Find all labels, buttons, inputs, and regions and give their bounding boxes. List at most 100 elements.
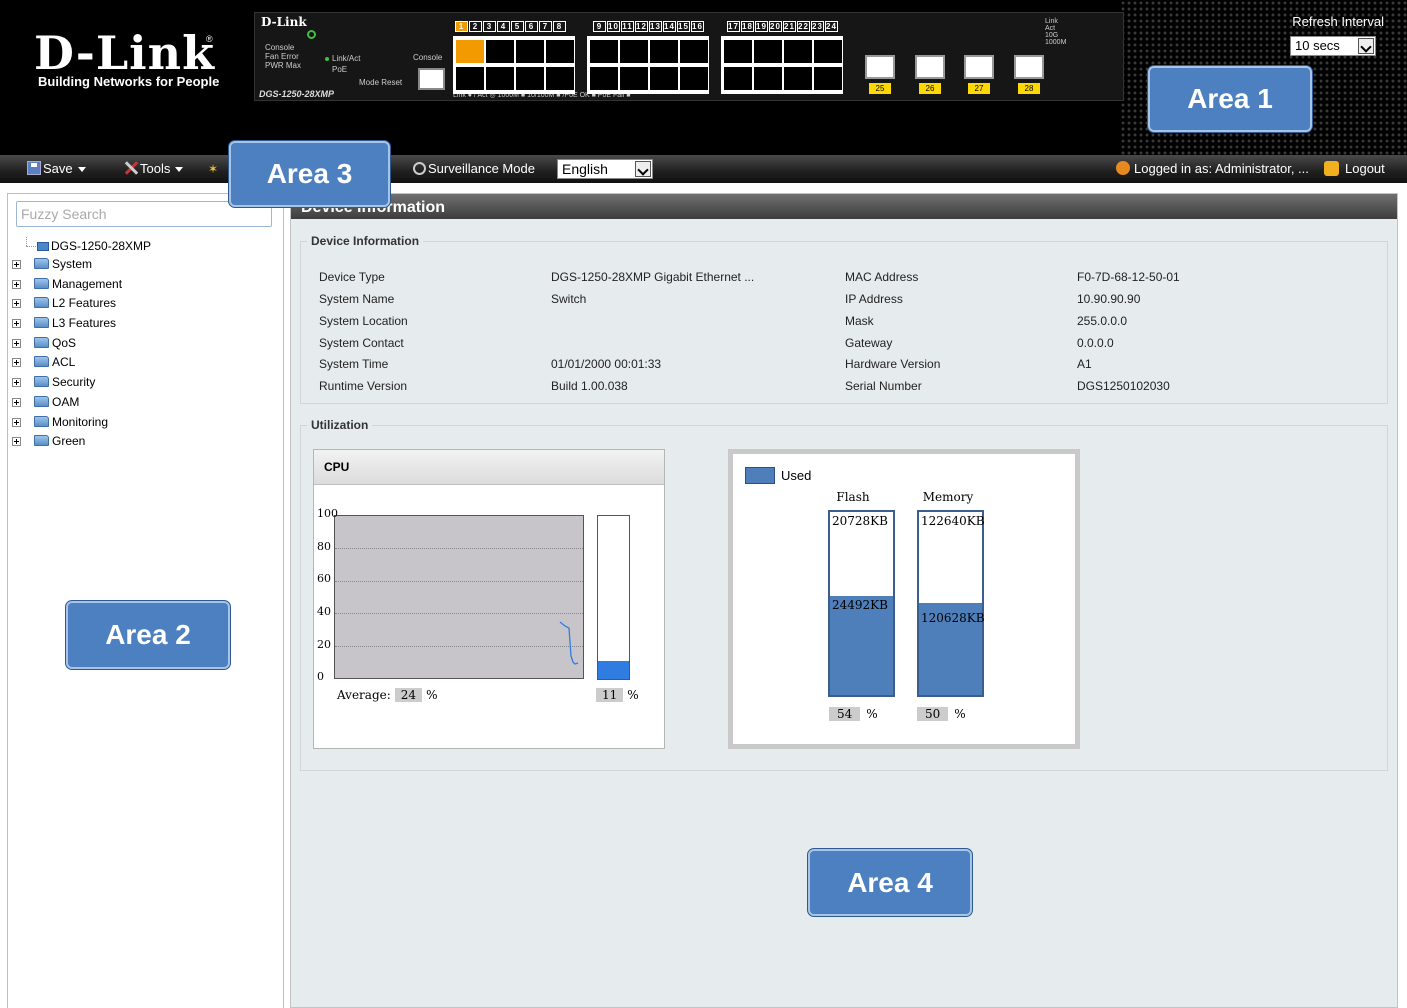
port-2[interactable] [456, 67, 484, 90]
system-location-label: System Location [319, 314, 408, 328]
port-group-3 [721, 36, 843, 94]
cpu-average-label: Average: [337, 688, 391, 702]
expand-plus-icon[interactable] [12, 437, 21, 447]
port-number: 24 [825, 21, 838, 32]
port-10[interactable] [590, 67, 618, 90]
sidebar-item-acl[interactable]: ACL [12, 353, 151, 373]
refresh-interval-select[interactable]: 10 secs [1290, 36, 1376, 56]
sidebar-item-green[interactable]: Green [12, 432, 151, 452]
logout-button[interactable]: Logout [1324, 161, 1385, 176]
flash-used: 24492KB [832, 598, 888, 612]
port-5[interactable] [516, 40, 544, 63]
sidebar-item-oam[interactable]: OAM [12, 393, 151, 413]
wizard-menu[interactable]: ✶ [208, 161, 218, 176]
port-numbers-group-2: 9 10 11 12 13 14 15 16 [593, 21, 705, 32]
sidebar-item-label: QoS [52, 335, 77, 350]
port-23[interactable] [814, 40, 842, 63]
y-tick-label: 40 [317, 605, 331, 618]
port-number: 15 [677, 21, 690, 32]
port-16[interactable] [680, 67, 708, 90]
chevron-down-icon[interactable] [635, 161, 651, 177]
sidebar-item-l3-features[interactable]: L3 Features [12, 314, 151, 334]
port-4[interactable] [486, 67, 514, 90]
folder-icon [34, 376, 49, 388]
sfp-port-25[interactable] [865, 55, 895, 79]
port-13[interactable] [650, 40, 678, 63]
save-menu[interactable]: Save [27, 161, 86, 176]
port-number: 23 [811, 21, 824, 32]
navigation-tree: DGS-1250-28XMP System Management L2 Feat… [12, 237, 151, 452]
port-number: 5 [511, 21, 524, 32]
port-3[interactable] [486, 40, 514, 63]
sfp-port-28[interactable] [1014, 55, 1044, 79]
sidebar-item-label: ACL [52, 355, 76, 370]
mac-address-value: F0-7D-68-12-50-01 [1077, 270, 1180, 284]
cpu-average: Average: 24% [337, 688, 437, 702]
sidebar-item-management[interactable]: Management [12, 275, 151, 295]
sfp-port-27[interactable] [964, 55, 994, 79]
panel-led-labels: Console Fan Error PWR Max [265, 43, 301, 70]
port-15[interactable] [680, 40, 708, 63]
cpu-current-bar [597, 515, 630, 680]
sidebar-item-label: Security [52, 375, 96, 390]
port-14[interactable] [650, 67, 678, 90]
port-number: 7 [539, 21, 552, 32]
port-21[interactable] [784, 40, 812, 63]
expand-plus-icon[interactable] [12, 378, 21, 388]
port-11[interactable] [620, 40, 648, 63]
tools-menu[interactable]: Tools [124, 161, 184, 176]
port-7[interactable] [546, 40, 574, 63]
port-24[interactable] [814, 67, 842, 90]
expand-plus-icon[interactable] [12, 338, 21, 348]
expand-plus-icon[interactable] [12, 299, 21, 309]
expand-plus-icon[interactable] [12, 358, 21, 368]
port-6[interactable] [516, 67, 544, 90]
flash-percent-value: 54 [829, 707, 861, 721]
port-20[interactable] [754, 67, 782, 90]
sidebar-item-monitoring[interactable]: Monitoring [12, 413, 151, 433]
port-9[interactable] [590, 40, 618, 63]
sidebar-item-security[interactable]: Security [12, 373, 151, 393]
sidebar-item-qos[interactable]: QoS [12, 334, 151, 354]
page-title: Device Information [291, 194, 1397, 219]
percent-sign: % [627, 688, 639, 702]
sidebar-item-system[interactable]: System [12, 255, 151, 275]
folder-icon [34, 415, 49, 427]
sidebar-item-l2-features[interactable]: L2 Features [12, 294, 151, 314]
port-18[interactable] [724, 67, 752, 90]
tree-root-device[interactable]: DGS-1250-28XMP [12, 237, 151, 255]
sfp-port-26[interactable] [915, 55, 945, 79]
port-22[interactable] [784, 67, 812, 90]
expand-plus-icon[interactable] [12, 397, 21, 407]
port-19[interactable] [754, 40, 782, 63]
port-12[interactable] [620, 67, 648, 90]
tools-icon [124, 161, 138, 175]
language-select[interactable]: English [557, 159, 653, 179]
port-number: 13 [649, 21, 662, 32]
sfp-port-number: 28 [1018, 83, 1040, 94]
dlink-logo: D-Link ® Building Networks for People [34, 30, 234, 89]
port-1[interactable] [456, 40, 484, 63]
port-8[interactable] [546, 67, 574, 90]
memory-card: Used Flash Memory 20728KB 24492KB 122640… [728, 449, 1080, 749]
chevron-down-icon[interactable] [1358, 38, 1374, 54]
area-4-label: Area 4 [808, 849, 972, 916]
y-tick-label: 100 [317, 507, 338, 520]
expand-plus-icon[interactable] [12, 417, 21, 427]
cpu-card: CPU 100 80 60 40 20 0 Average: 24% 11 % [313, 449, 665, 749]
port-17[interactable] [724, 40, 752, 63]
sidebar-item-label: OAM [52, 394, 80, 409]
console-label: Console [413, 53, 443, 62]
port-number: 11 [621, 21, 634, 32]
console-port[interactable] [418, 68, 445, 90]
expand-plus-icon[interactable] [12, 260, 21, 269]
flash-title: Flash [836, 490, 870, 504]
device-front-panel: D-Link Console Fan Error PWR Max Link/Ac… [254, 12, 1124, 101]
surveillance-mode-button[interactable]: Surveillance Mode [413, 161, 535, 176]
cpu-current-value: 11 [596, 688, 624, 702]
expand-plus-icon[interactable] [12, 279, 21, 289]
expand-plus-icon[interactable] [12, 319, 21, 329]
wizard-sparkle-icon: ✶ [208, 162, 219, 176]
cpu-history-chart [334, 515, 584, 679]
cpu-current: 11% [592, 688, 639, 702]
